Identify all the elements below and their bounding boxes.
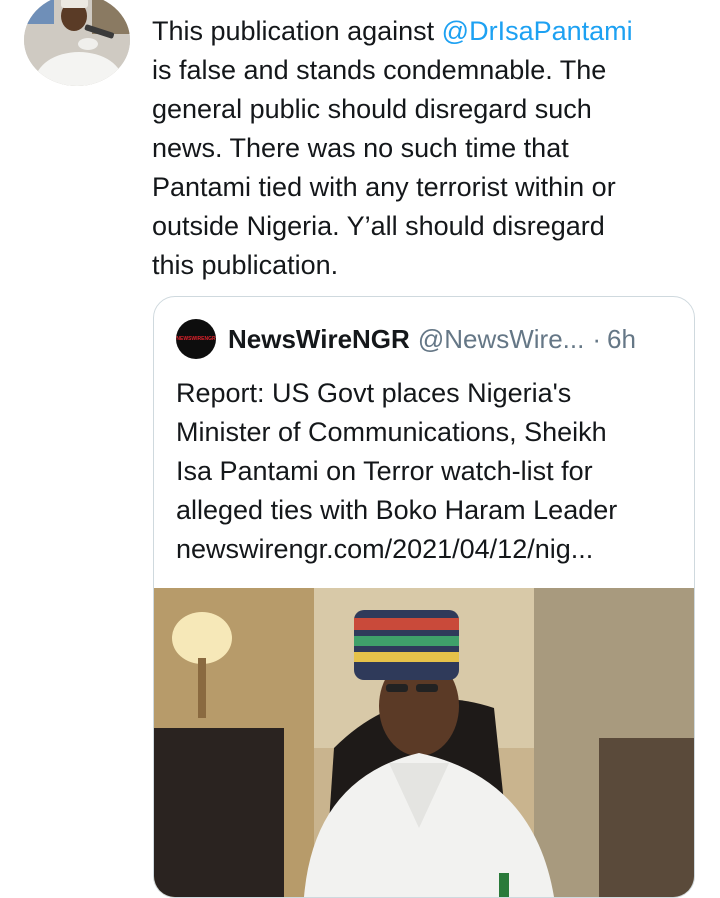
quoted-tweet-image[interactable] [154, 588, 694, 897]
tweet-text-body: is false and stands condemnable. The gen… [152, 55, 616, 280]
mention-link[interactable]: @DrIsaPantami [442, 16, 633, 46]
quoted-display-name[interactable]: NewsWireNGR [228, 324, 410, 355]
quoted-separator: · [592, 323, 601, 354]
tweet-text-intro: This publication against [152, 16, 442, 46]
quoted-handle[interactable]: @NewsWire... [418, 324, 585, 355]
author-photo [24, 0, 130, 86]
quoted-tweet-card[interactable]: NEWSWIRENGR NewsWireNGR @NewsWire... · 6… [153, 296, 695, 898]
quoted-avatar[interactable]: NEWSWIRENGR [176, 319, 216, 359]
quoted-photo [154, 588, 694, 897]
quoted-tweet-header: NEWSWIRENGR NewsWireNGR @NewsWire... · 6… [176, 319, 676, 359]
author-avatar[interactable] [24, 0, 130, 86]
quoted-timestamp[interactable]: 6h [607, 324, 636, 355]
quoted-tweet-text: Report: US Govt places Nigeria's Ministe… [176, 378, 618, 564]
newswirengr-logo-icon: NEWSWIRENGR [176, 336, 216, 342]
tweet-text: This publication against @DrIsaPantami i… [152, 12, 697, 285]
